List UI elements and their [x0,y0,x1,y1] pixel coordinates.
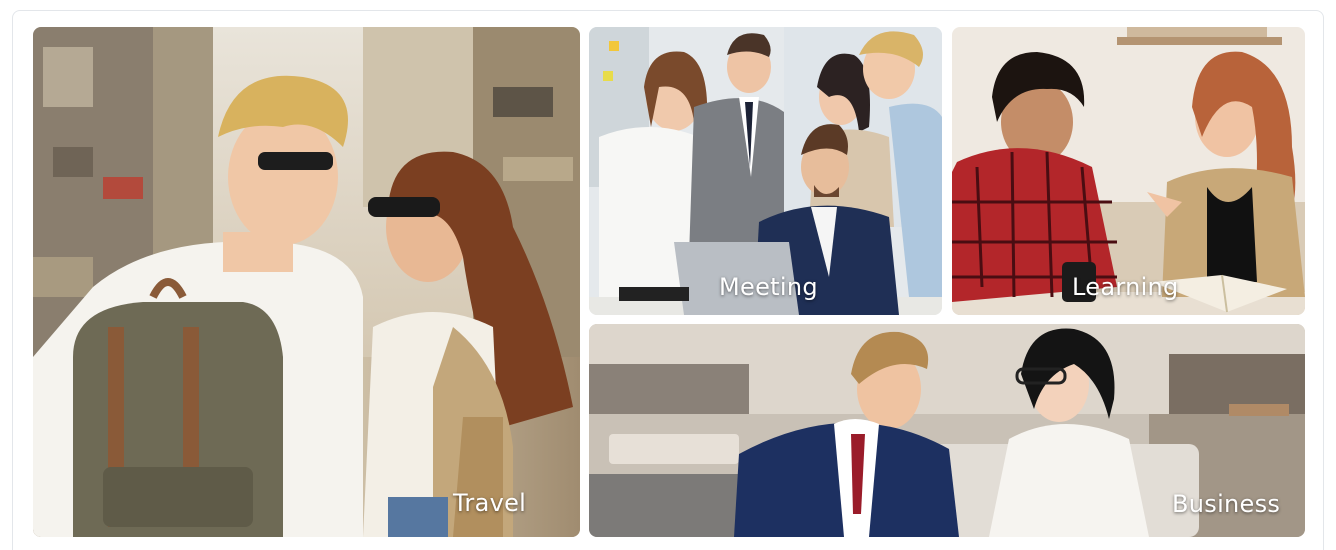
travel-label: Travel [453,489,527,517]
travel-photo [33,27,580,537]
learning-card[interactable]: Learning [952,27,1305,315]
learning-label: Learning [1072,273,1179,301]
learning-photo [952,27,1305,315]
travel-card[interactable]: Travel [33,27,580,537]
meeting-label: Meeting [719,273,818,301]
meeting-card[interactable]: Meeting [589,27,942,315]
business-label: Business [1172,490,1281,518]
meeting-photo [589,27,942,315]
business-card[interactable]: Business [589,324,1305,537]
